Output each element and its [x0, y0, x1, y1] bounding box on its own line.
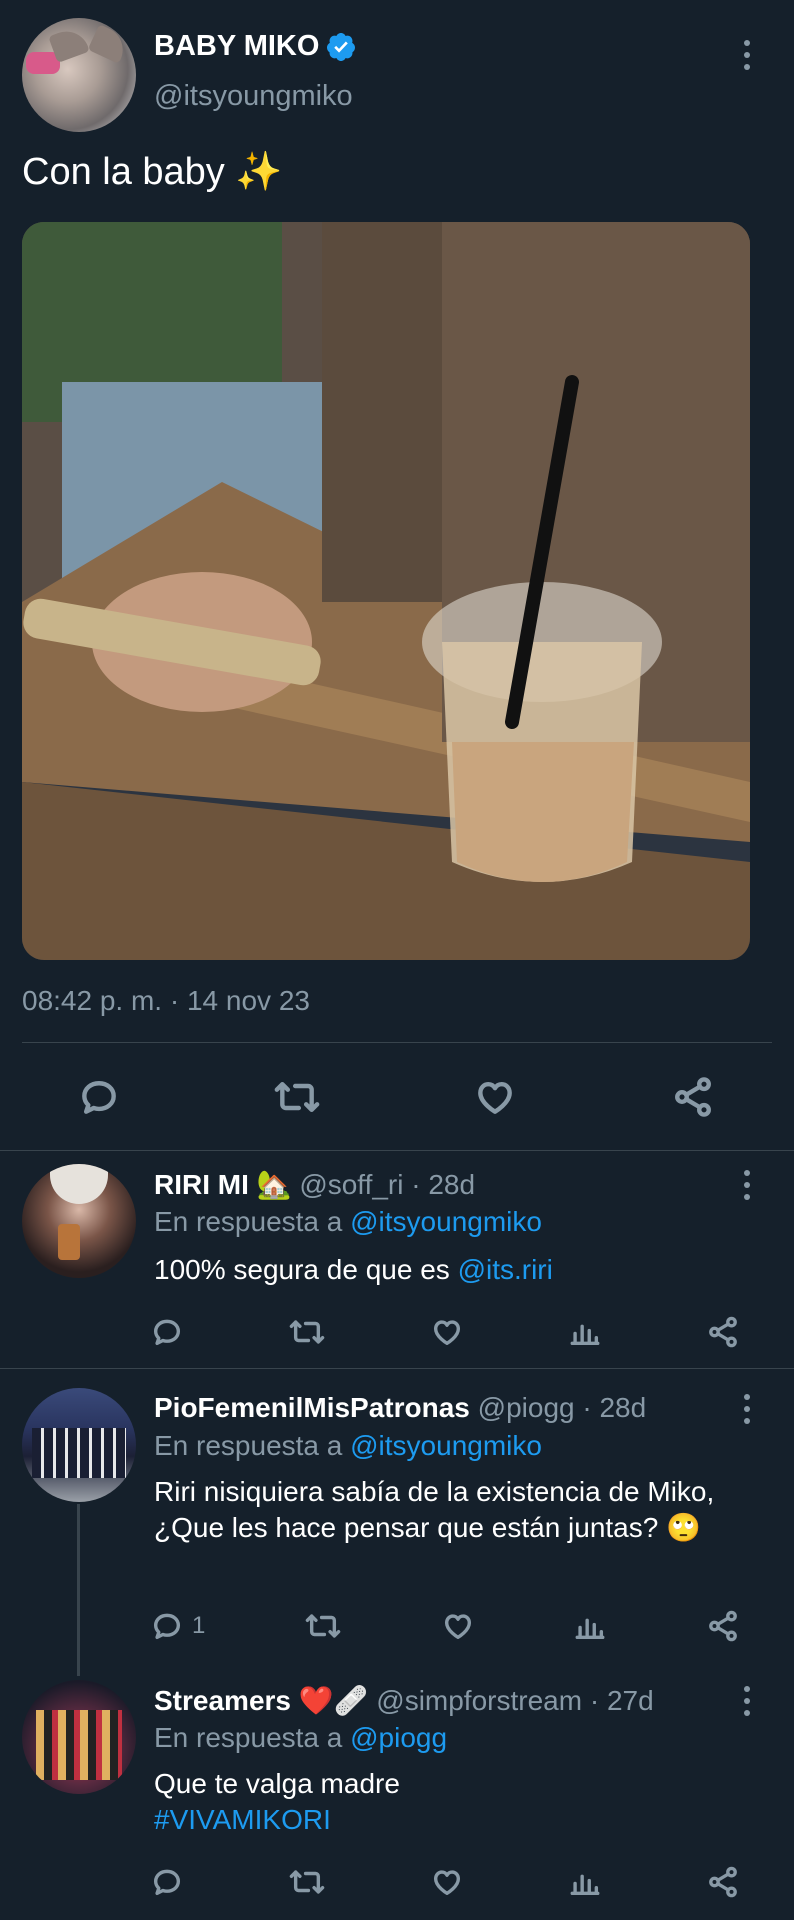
reply-actions: [150, 1312, 740, 1352]
more-options-icon[interactable]: [742, 40, 752, 70]
avatar-decoration: [58, 1224, 80, 1260]
avatar-decoration: [36, 1710, 122, 1780]
like-button[interactable]: [430, 1315, 464, 1349]
analytics-icon: [570, 1874, 600, 1896]
retweet-button[interactable]: [288, 1865, 326, 1899]
reply-button[interactable]: [74, 1072, 124, 1122]
mention-link[interactable]: @itsyoungmiko: [350, 1430, 542, 1461]
divider: [22, 1042, 772, 1043]
reply-icon: [153, 1613, 181, 1640]
retweet-button[interactable]: [272, 1072, 322, 1122]
avatar-decoration: [50, 1164, 108, 1204]
thread-line: [77, 1504, 80, 1676]
reply-author-handle[interactable]: @soff_ri · 28d: [299, 1169, 475, 1200]
reply-button[interactable]: 1: [150, 1609, 205, 1643]
like-button[interactable]: [470, 1072, 520, 1122]
tweet-photo[interactable]: [22, 222, 750, 960]
reply-count: 1: [192, 1612, 206, 1639]
share-button[interactable]: [668, 1072, 718, 1122]
reply-icon: [153, 1319, 181, 1346]
share-icon: [709, 1610, 737, 1642]
reply-header: RIRI MI 🏡 @soff_ri · 28d: [154, 1168, 475, 1201]
reply-actions: 1: [150, 1606, 740, 1646]
share-icon: [675, 1077, 711, 1117]
mention-link[interactable]: @piogg: [350, 1722, 447, 1753]
avatar[interactable]: [22, 1680, 136, 1794]
mention-link[interactable]: @itsyoungmiko: [350, 1206, 542, 1237]
reply-text-content: 100% segura de que es: [154, 1254, 458, 1285]
avatar[interactable]: [22, 1388, 136, 1502]
more-options-icon[interactable]: [742, 1686, 752, 1716]
heart-icon: [433, 1320, 461, 1346]
reply-button[interactable]: [150, 1315, 184, 1349]
retweet-button[interactable]: [304, 1609, 342, 1643]
reply-header: Streamers ❤️🩹 @simpforstream · 27d: [154, 1684, 654, 1717]
retweet-icon: [289, 1320, 325, 1344]
tweet-timestamp[interactable]: 08:42 p. m. · 14 nov 23: [22, 985, 310, 1017]
reply-context-label: En respuesta a: [154, 1206, 351, 1237]
like-button[interactable]: [441, 1609, 475, 1643]
reply-context: En respuesta a @itsyoungmiko: [154, 1430, 542, 1462]
reply-context: En respuesta a @itsyoungmiko: [154, 1206, 542, 1238]
reply-text: Que te valga madre #VIVAMIKORI: [154, 1766, 734, 1838]
reply-author-name[interactable]: PioFemenilMisPatronas: [154, 1392, 470, 1423]
heart-icon: [433, 1870, 461, 1896]
reply-icon: [82, 1081, 116, 1114]
author-name-text: BABY MIKO: [154, 30, 320, 62]
photo-illustration: [22, 222, 750, 960]
divider: [0, 1368, 794, 1369]
share-button[interactable]: [706, 1315, 740, 1349]
retweet-button[interactable]: [288, 1315, 326, 1349]
heart-icon: [478, 1081, 512, 1114]
avatar[interactable]: [22, 1164, 136, 1278]
reply-author-name[interactable]: RIRI MI 🏡: [154, 1169, 292, 1200]
reply-icon: [153, 1869, 181, 1896]
reply-text-content: Que te valga madre: [154, 1768, 400, 1799]
retweet-icon: [305, 1614, 341, 1638]
share-button[interactable]: [706, 1609, 740, 1643]
divider: [0, 1150, 794, 1151]
reply-author-handle[interactable]: @simpforstream · 27d: [376, 1685, 653, 1716]
analytics-icon: [570, 1324, 600, 1346]
like-button[interactable]: [430, 1865, 464, 1899]
analytics-button[interactable]: [568, 1865, 602, 1899]
more-options-icon[interactable]: [742, 1394, 752, 1424]
reply-context-label: En respuesta a: [154, 1430, 351, 1461]
analytics-button[interactable]: [568, 1315, 602, 1349]
reply-author-name[interactable]: Streamers ❤️🩹: [154, 1685, 368, 1716]
reply-button[interactable]: [150, 1865, 184, 1899]
reply-context: En respuesta a @piogg: [154, 1722, 447, 1754]
reply-text: 100% segura de que es @its.riri: [154, 1252, 734, 1288]
tweet-text: Con la baby ✨: [22, 151, 283, 193]
verified-badge-icon: [327, 32, 356, 61]
author-handle[interactable]: @itsyoungmiko: [154, 80, 353, 113]
share-icon: [709, 1866, 737, 1898]
more-options-icon[interactable]: [742, 1170, 752, 1200]
hashtag-link[interactable]: #VIVAMIKORI: [154, 1802, 734, 1838]
reply-header: PioFemenilMisPatronas @piogg · 28d: [154, 1392, 646, 1424]
share-icon: [709, 1316, 737, 1348]
author-name[interactable]: BABY MIKO: [154, 30, 357, 63]
avatar[interactable]: [22, 18, 136, 132]
reply-actions: [150, 1862, 740, 1902]
avatar-decoration: [87, 24, 131, 64]
analytics-button[interactable]: [573, 1609, 607, 1643]
mention-link[interactable]: @its.riri: [458, 1254, 553, 1285]
reply-text: Riri nisiquiera sabía de la existencia d…: [154, 1476, 715, 1543]
analytics-icon: [575, 1618, 605, 1640]
avatar-decoration: [32, 1428, 126, 1478]
reply-context-label: En respuesta a: [154, 1722, 351, 1753]
retweet-icon: [289, 1870, 325, 1894]
reply-author-handle[interactable]: @piogg · 28d: [478, 1392, 647, 1423]
share-button[interactable]: [706, 1865, 740, 1899]
retweet-icon: [274, 1081, 320, 1113]
heart-icon: [444, 1614, 471, 1640]
